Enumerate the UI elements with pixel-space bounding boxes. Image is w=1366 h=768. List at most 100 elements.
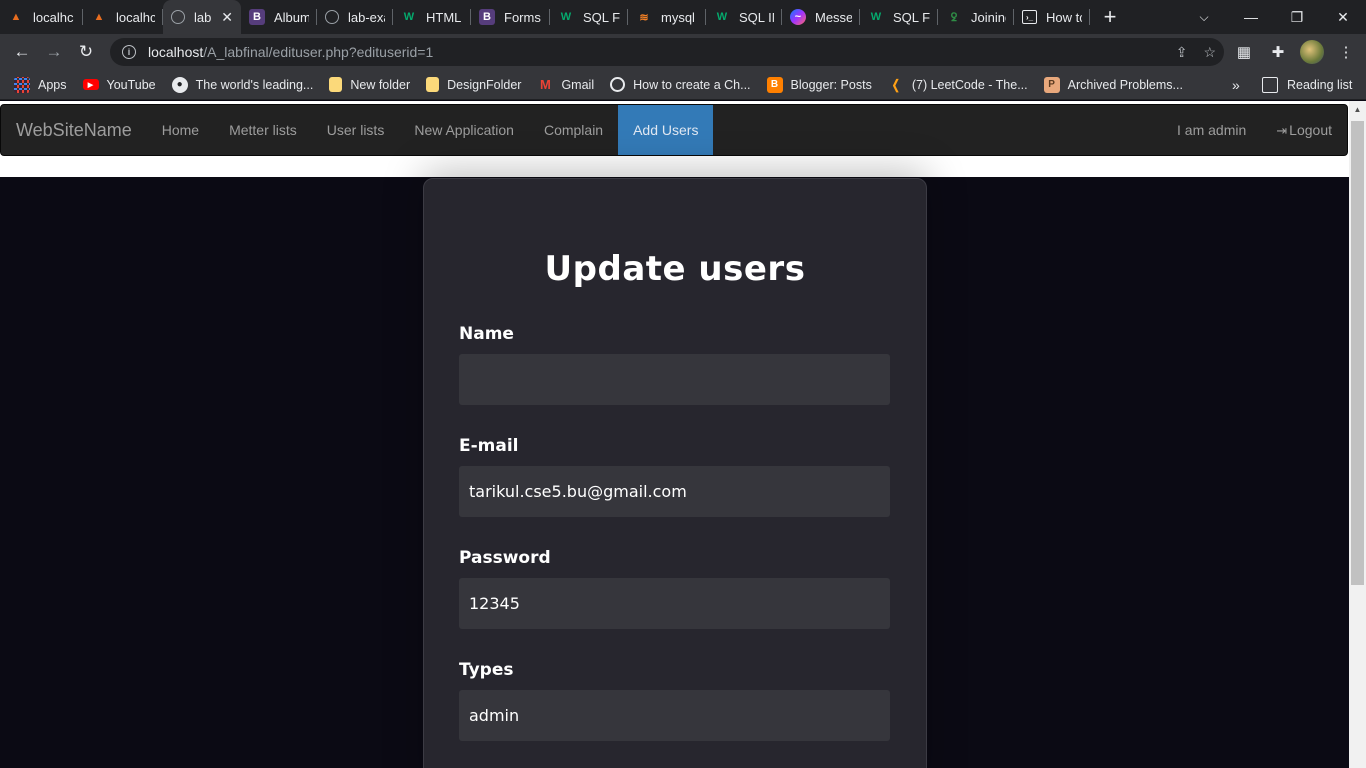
browser-tab[interactable]: ▲ localhc xyxy=(0,0,83,34)
tab-title: localhc xyxy=(33,9,74,25)
share-icon[interactable]: ⇪ xyxy=(1176,44,1188,61)
browser-tab[interactable]: ›_ How tc xyxy=(1014,0,1090,34)
tab-title: Messe xyxy=(815,9,852,25)
browser-tab[interactable]: ≋ mysql xyxy=(628,0,706,34)
bookmark-design-folder[interactable]: DesignFolder xyxy=(426,77,521,92)
browser-tab[interactable]: W SQL FU xyxy=(860,0,938,34)
browser-tab[interactable]: B Album xyxy=(241,0,317,34)
tab-title: lab-exa xyxy=(348,9,385,25)
minimize-icon[interactable]: — xyxy=(1228,0,1274,34)
bookmarks-overflow-chevron[interactable]: » xyxy=(1232,70,1240,100)
gmail-icon: M xyxy=(540,77,551,92)
leetcode-icon: ❬ xyxy=(890,76,902,92)
folder-icon xyxy=(426,77,440,92)
apps-grid-icon xyxy=(14,76,30,93)
page-viewport: WebSiteName Home Metter lists User lists… xyxy=(0,101,1366,768)
browser-tab[interactable]: W SQL FC xyxy=(550,0,628,34)
bootstrap-icon: B xyxy=(479,9,495,25)
email-label: E-mail xyxy=(459,436,519,456)
globe-icon xyxy=(171,10,185,24)
password-label: Password xyxy=(459,548,551,568)
reload-icon[interactable]: ↻ xyxy=(70,36,102,68)
name-input[interactable] xyxy=(459,354,890,405)
github-icon: ● xyxy=(171,76,188,93)
browser-tab-active[interactable]: lab ✕ xyxy=(163,0,241,34)
bookmark-new-folder[interactable]: New folder xyxy=(329,77,410,92)
reading-list-button[interactable]: Reading list xyxy=(1262,70,1352,100)
browser-tab[interactable]: B Forms xyxy=(471,0,550,34)
browser-toolbar: ← → ↻ i localhost/A_labfinal/edituser.ph… xyxy=(0,34,1366,70)
site-brand[interactable]: WebSiteName xyxy=(1,104,147,156)
scroll-up-arrow-icon[interactable]: ▲ xyxy=(1349,101,1366,118)
tab-title: SQL IN xyxy=(739,9,774,25)
tab-title: Joining xyxy=(971,9,1006,25)
tab-title: How tc xyxy=(1046,9,1082,25)
nav-add-users[interactable]: Add Users xyxy=(618,105,714,155)
close-window-icon[interactable]: ✕ xyxy=(1320,0,1366,34)
w3schools-icon: W xyxy=(560,11,572,23)
types-input[interactable] xyxy=(459,690,890,741)
bookmarks-bar: Apps ▶ YouTube ● The world's leading... … xyxy=(0,70,1366,100)
nav-metter-lists[interactable]: Metter lists xyxy=(214,105,312,155)
tab-search-chevron-icon[interactable]: ⌵ xyxy=(1190,0,1218,34)
xampp-icon: ▲ xyxy=(10,11,22,23)
nav-home[interactable]: Home xyxy=(147,105,214,155)
bookmark-leetcode[interactable]: ❬ (7) LeetCode - The... xyxy=(888,76,1027,93)
blogger-icon: B xyxy=(766,76,783,93)
nav-new-application[interactable]: New Application xyxy=(399,105,529,155)
name-label: Name xyxy=(459,324,514,344)
extensions-puzzle-icon[interactable]: ✚ xyxy=(1266,40,1290,64)
geeksforgeeks-icon: ꝿ xyxy=(950,11,958,24)
close-tab-icon[interactable]: ✕ xyxy=(221,9,233,26)
browser-tab[interactable]: ~ Messe xyxy=(782,0,860,34)
bookmark-archived-problems[interactable]: P Archived Problems... xyxy=(1043,76,1183,93)
password-input[interactable] xyxy=(459,578,890,629)
bookmark-gmail[interactable]: M Gmail xyxy=(537,77,594,93)
menu-kebab-icon[interactable]: ⋮ xyxy=(1334,40,1358,64)
browser-tab[interactable]: W HTML xyxy=(393,0,471,34)
scrollbar-thumb[interactable] xyxy=(1351,121,1364,585)
url-path: /A_labfinal/edituser.php?edituserid=1 xyxy=(203,44,434,60)
nav-complain[interactable]: Complain xyxy=(529,105,618,155)
browser-tab[interactable]: ꝿ Joining xyxy=(938,0,1014,34)
bookmark-youtube[interactable]: ▶ YouTube xyxy=(82,78,156,92)
window-controls: — ❐ ✕ xyxy=(1228,0,1366,34)
bookmark-blogger[interactable]: B Blogger: Posts xyxy=(766,76,872,93)
site-info-icon[interactable]: i xyxy=(122,45,136,59)
nav-user-lists[interactable]: User lists xyxy=(312,105,400,155)
page-scrollbar[interactable]: ▲ xyxy=(1349,101,1366,768)
profile-avatar[interactable] xyxy=(1300,40,1324,64)
bookmark-chrome-guide[interactable]: How to create a Ch... xyxy=(610,77,751,92)
browser-tab[interactable]: ▲ localhc xyxy=(83,0,163,34)
w3schools-icon: W xyxy=(716,11,728,23)
forward-arrow-icon[interactable]: → xyxy=(38,36,70,68)
tab-title: SQL FC xyxy=(583,9,620,25)
logout-icon: ⇥ xyxy=(1276,123,1288,138)
new-tab-icon[interactable]: + xyxy=(1096,3,1124,31)
chrome-web-icon xyxy=(610,77,626,92)
tab-title: Forms xyxy=(504,9,541,25)
address-bar[interactable]: i localhost/A_labfinal/edituser.php?edit… xyxy=(110,38,1224,66)
globe-icon xyxy=(325,10,339,24)
tab-strip: ▲ localhc ▲ localhc lab ✕ B Album lab-ex… xyxy=(0,0,1366,34)
bookmark-star-icon[interactable]: ☆ xyxy=(1203,44,1216,61)
browser-tab[interactable]: W SQL IN xyxy=(706,0,782,34)
nav-admin-label[interactable]: I am admin xyxy=(1162,105,1261,155)
stackoverflow-icon: ≋ xyxy=(639,11,649,24)
tab-title: HTML xyxy=(426,9,462,25)
archive-icon: P xyxy=(1043,76,1060,93)
email-input[interactable] xyxy=(459,466,890,517)
back-arrow-icon[interactable]: ← xyxy=(6,36,38,68)
browser-tab[interactable]: lab-exa xyxy=(317,0,393,34)
messenger-icon: ~ xyxy=(790,9,806,25)
restore-icon[interactable]: ❐ xyxy=(1274,0,1320,34)
tab-title: mysql xyxy=(661,9,695,25)
bootstrap-icon: B xyxy=(249,9,265,25)
site-navbar: WebSiteName Home Metter lists User lists… xyxy=(0,104,1348,156)
w3schools-icon: W xyxy=(403,11,415,23)
bookmark-apps[interactable]: Apps xyxy=(14,76,67,93)
nav-logout[interactable]: ⇥ Logout xyxy=(1261,105,1347,155)
tab-title: Album xyxy=(274,9,309,25)
bookmark-github[interactable]: ● The world's leading... xyxy=(171,76,313,93)
extension-grid-icon[interactable]: ▦ xyxy=(1232,40,1256,64)
